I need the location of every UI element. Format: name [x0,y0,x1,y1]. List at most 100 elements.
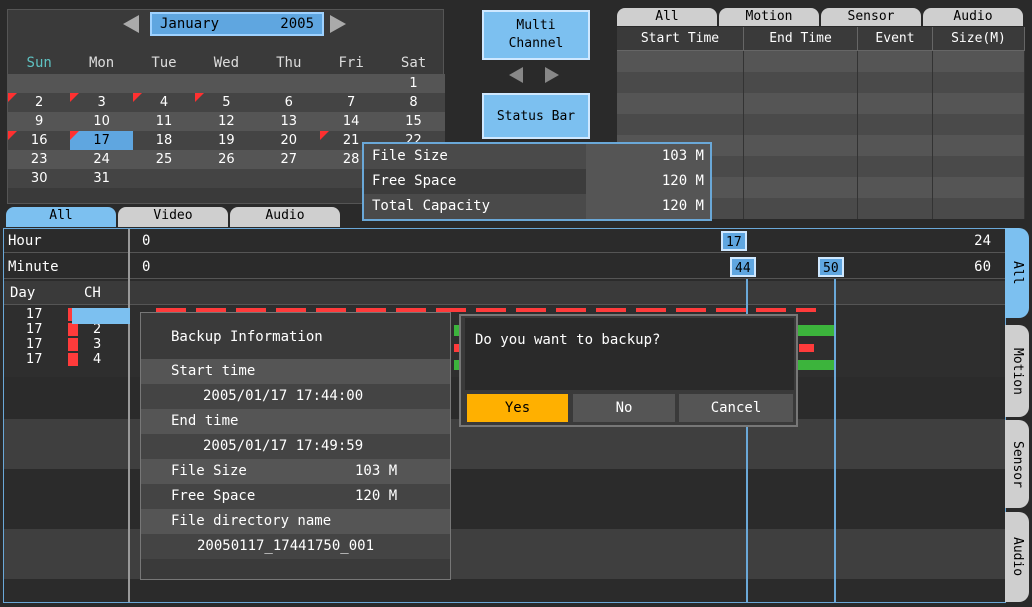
multi-channel-button[interactable]: Multi Channel [482,10,590,60]
calendar-day[interactable]: 2 [8,93,71,112]
day-ch-header: Day CH [4,281,1005,305]
channel-color-swatch [68,323,78,336]
event-cell [744,177,858,198]
calendar-empty-cell [132,169,196,188]
event-cell [933,156,1025,177]
calendar-day[interactable]: 3 [70,93,133,112]
weekday-sat: Sat [400,55,427,71]
channel-color-swatch [68,353,78,366]
yes-button[interactable]: Yes [467,394,568,422]
timeline-tab-video[interactable]: Video [118,207,228,227]
event-tab-sensor[interactable]: Sensor [821,8,921,26]
minute-end-marker[interactable]: 50 [818,257,844,277]
no-button[interactable]: No [573,394,675,422]
side-tab-all[interactable]: All [1005,228,1029,318]
calendar-day[interactable]: 11 [132,112,196,131]
event-tabs: All Motion Sensor Audio [617,8,1025,26]
channel-day: 17 [26,322,43,337]
calendar-empty-cell [319,74,383,93]
calendar-day[interactable]: 13 [257,112,320,131]
event-cell [617,72,744,93]
channel-row[interactable]: 17 2 [4,323,128,338]
next-month-icon[interactable] [330,15,346,33]
event-row[interactable] [617,93,1025,114]
calendar-day[interactable]: 26 [195,150,258,169]
minute-row[interactable]: Minute 0 60 [4,255,1005,279]
timeline-tab-audio[interactable]: Audio [230,207,340,227]
left-arrow-icon[interactable] [509,67,523,83]
calendar-day[interactable]: 24 [70,150,133,169]
event-table-header: Start Time End Time Event Size(M) [617,27,1025,51]
channel-number: 2 [93,322,102,337]
backup-confirm-dialog: Do you want to backup? Yes No Cancel [459,314,798,427]
channel-day: 17 [26,352,43,367]
size-popup-row: File Size 103 M [364,144,710,169]
side-tab-motion[interactable]: Motion [1005,325,1029,417]
side-tab-audio[interactable]: Audio [1005,512,1029,602]
event-row[interactable] [617,51,1025,72]
free-space-row: Free Space 120 M [141,484,450,509]
calendar-day[interactable]: 30 [8,169,71,188]
weekday-tue: Tue [151,55,177,71]
minute-start: 0 [142,259,151,275]
weekday-fri: Fri [338,55,364,71]
calendar-day[interactable]: 7 [319,93,383,112]
side-tab-sensor[interactable]: Sensor [1005,420,1029,508]
start-time-value: 2005/01/17 17:44:00 [141,384,450,409]
calendar-day[interactable]: 8 [382,93,445,112]
event-col-header: Size(M) [933,27,1025,50]
calendar-day[interactable]: 17 [70,131,133,150]
event-cell [933,177,1025,198]
event-tab-audio[interactable]: Audio [923,8,1023,26]
event-row[interactable] [617,114,1025,135]
calendar-day[interactable]: 20 [257,131,320,150]
calendar-day[interactable]: 31 [70,169,133,188]
calendar-day[interactable]: 12 [195,112,258,131]
calendar-day[interactable]: 6 [257,93,320,112]
calendar-day[interactable]: 19 [195,131,258,150]
minute-label: Minute [8,259,59,275]
event-cell [858,156,933,177]
calendar-day[interactable]: 16 [8,131,71,150]
channel-row[interactable]: 17 4 [4,353,128,368]
hour-end: 24 [974,233,991,249]
status-bar-button[interactable]: Status Bar [482,93,590,139]
end-cursor-line[interactable] [834,279,836,602]
calendar-day[interactable]: 23 [8,150,71,169]
calendar-day[interactable]: 27 [257,150,320,169]
event-cell [858,135,933,156]
channel-color-swatch [68,338,78,351]
dir-name-value: 20050117_17441750_001 [141,534,450,559]
size-popup-label: Total Capacity [364,194,586,219]
hour-marker[interactable]: 17 [721,231,747,251]
timeline-tabs: All Video Audio [6,207,346,227]
start-time-label: Start time [141,359,450,384]
prev-month-icon[interactable] [123,15,139,33]
hour-row[interactable]: Hour 0 24 [4,229,1005,253]
calendar-empty-cell [132,74,196,93]
calendar-day[interactable]: 14 [319,112,383,131]
calendar-day[interactable]: 18 [132,131,196,150]
event-cell [744,72,858,93]
calendar-day[interactable]: 25 [132,150,196,169]
channel-row[interactable]: 17 3 [4,338,128,353]
event-col-header: Event [858,27,933,50]
weekday-sun: Sun [26,55,52,71]
size-popup-label: Free Space [364,169,586,194]
event-tab-motion[interactable]: Motion [719,8,819,26]
cancel-button[interactable]: Cancel [679,394,793,422]
calendar-day[interactable]: 10 [70,112,133,131]
timeline-tab-all[interactable]: All [6,207,116,227]
size-popup-row: Total Capacity 120 M [364,194,710,219]
right-arrow-icon[interactable] [545,67,559,83]
event-row[interactable] [617,72,1025,93]
calendar-day[interactable]: 15 [382,112,445,131]
file-size-value: 103 M [355,463,398,479]
event-tab-all[interactable]: All [617,8,717,26]
calendar-day[interactable]: 4 [132,93,196,112]
calendar-day[interactable]: 1 [382,74,445,93]
event-cell [744,156,858,177]
minute-start-marker[interactable]: 44 [730,257,756,277]
calendar-day[interactable]: 9 [8,112,71,131]
calendar-day[interactable]: 5 [195,93,258,112]
